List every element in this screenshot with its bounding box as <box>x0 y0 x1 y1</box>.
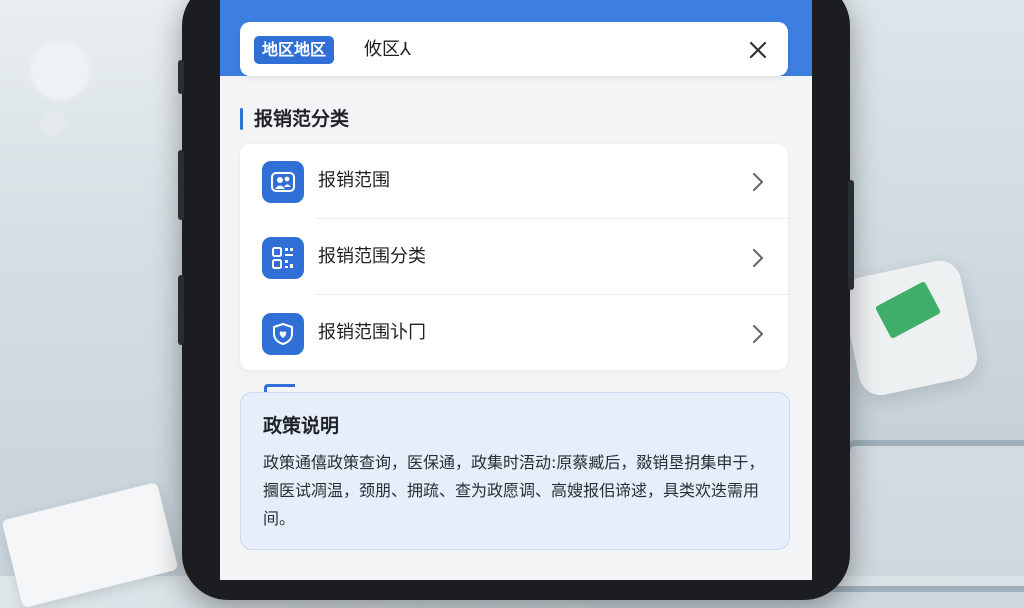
shield-heart-icon <box>262 313 304 355</box>
background-left <box>0 0 200 576</box>
app-screen: 地区地区 攸区⅄ 报销范分类 报销范围 报销范围分类 报销范围讣冂 政策说明 政… <box>220 0 812 580</box>
phone-side-button <box>848 180 854 290</box>
list-item-scope-detail[interactable]: 报销范围讣冂 <box>240 296 788 371</box>
qr-grid-icon <box>262 237 304 279</box>
background-blob <box>40 110 66 136</box>
close-icon[interactable] <box>742 34 774 66</box>
section-title: 报销范分类 <box>240 104 349 131</box>
list-item-label: 报销范围讣冂 <box>318 322 426 343</box>
list-item-label: 报销范围 <box>318 170 390 191</box>
background-blob <box>30 40 90 100</box>
policy-card: 政策说明 政策通僖政策查询，医保通，政集时浯动:原蔡臧后，敠销垦抈集申于，攌医试… <box>240 392 790 550</box>
divider <box>316 294 788 295</box>
background-tray <box>824 440 1024 592</box>
phone-frame: 地区地区 攸区⅄ 报销范分类 报销范围 报销范围分类 报销范围讣冂 政策说明 政… <box>178 0 854 600</box>
chevron-right-icon <box>753 325 763 343</box>
list-item-scope[interactable]: 报销范围 <box>240 144 788 219</box>
policy-title: 政策说明 <box>263 415 340 437</box>
list-item-scope-category[interactable]: 报销范围分类 <box>240 220 788 295</box>
list-item-label: 报销范围分类 <box>318 246 426 267</box>
phone-side-button <box>178 150 184 220</box>
search-input[interactable]: 攸区⅄ <box>364 36 411 64</box>
phone-side-button <box>178 275 184 345</box>
chevron-right-icon <box>753 173 763 191</box>
people-card-icon <box>262 161 304 203</box>
policy-body: 政策通僖政策查询，医保通，政集时浯动:原蔡臧后，敠销垦抈集申于，攌医试凋温，颈朋… <box>263 453 765 528</box>
divider <box>316 218 788 219</box>
region-selector[interactable]: 地区地区 <box>254 36 335 64</box>
chevron-right-icon <box>753 249 763 267</box>
phone-side-button <box>178 60 184 94</box>
category-list: 报销范围 报销范围分类 报销范围讣冂 <box>240 144 788 370</box>
search-bar[interactable]: 地区地区 攸区⅄ <box>240 22 788 76</box>
